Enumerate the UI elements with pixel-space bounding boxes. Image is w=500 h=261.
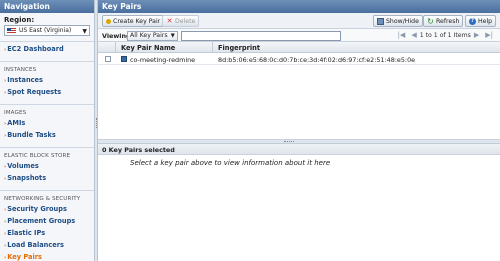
detail-splitter[interactable]	[98, 140, 500, 144]
nav-item-amis[interactable]: ›AMIs	[0, 118, 94, 130]
nav-item-bundle-tasks[interactable]: ›Bundle Tasks	[0, 130, 94, 142]
nav-item-volumes[interactable]: ›Volumes	[0, 161, 94, 173]
nav-group-ebs: ELASTIC BLOCK STORE	[4, 153, 71, 159]
nav-item-key-pairs[interactable]: ›Key Pairs	[0, 252, 94, 261]
column-divider	[115, 42, 116, 53]
columns-icon	[377, 17, 384, 25]
nav-item-label: EC2 Dashboard	[7, 45, 64, 53]
help-button[interactable]: ? Help	[465, 15, 497, 27]
page-title: Key Pairs	[98, 0, 500, 13]
previous-page-icon[interactable]: ◀	[411, 31, 416, 39]
nav-item-ec2-dashboard[interactable]: ›EC2 Dashboard	[0, 44, 94, 56]
nav-group-instances: INSTANCES	[4, 67, 37, 73]
row-checkbox[interactable]	[105, 56, 111, 62]
button-label: Refresh	[436, 17, 460, 25]
arrow-icon: ›	[4, 47, 7, 53]
refresh-icon: ↻	[427, 16, 434, 26]
toolbar: Create Key Pair ✕ Delete Show/Hide ↻ Ref…	[98, 13, 500, 29]
pager: |◀ ◀ 1 to 1 of 1 Items ▶ ▶|	[395, 31, 496, 39]
arrow-icon: ›	[4, 78, 7, 84]
key-pair-fingerprint: 8d:b5:06:e5:68:0c:d0:7b:ce:3d:4f:02:d6:9…	[218, 55, 416, 64]
nav-item-label: Elastic IPs	[7, 229, 46, 237]
us-flag-icon	[7, 27, 16, 34]
nav-item-label: Snapshots	[7, 174, 47, 182]
arrow-icon: ›	[4, 176, 7, 182]
nav-item-spot-requests[interactable]: ›Spot Requests	[0, 87, 94, 99]
chevron-down-icon: ▼	[82, 28, 87, 35]
button-label: Delete	[175, 17, 196, 25]
nav-item-label: Security Groups	[7, 205, 67, 213]
first-page-icon[interactable]: |◀	[398, 31, 406, 39]
navigation-panel: Navigation Region: US East (Virginia) ▼ …	[0, 0, 95, 261]
nav-item-elastic-ips[interactable]: ›Elastic IPs	[0, 228, 94, 240]
last-page-icon[interactable]: ▶|	[485, 31, 493, 39]
create-key-pair-button[interactable]: Create Key Pair	[102, 15, 165, 27]
key-icon	[106, 18, 111, 24]
nav-group-networking: NETWORKING & SECURITY	[4, 196, 81, 202]
arrow-icon: ›	[4, 255, 7, 261]
show-hide-button[interactable]: Show/Hide	[373, 15, 423, 27]
refresh-button[interactable]: ↻ Refresh	[423, 15, 464, 27]
main-panel: Key Pairs Create Key Pair ✕ Delete Show/…	[98, 0, 500, 261]
key-pair-name: co-meeting-redmine	[130, 55, 196, 64]
arrow-icon: ›	[4, 133, 7, 139]
viewing-selected-value: All Key Pairs	[130, 32, 168, 39]
viewing-select[interactable]: All Key Pairs ▼	[127, 30, 178, 41]
key-pairs-grid: Key Pair Name Fingerprint co-meeting-red…	[98, 42, 500, 140]
delete-icon: ✕	[166, 16, 173, 25]
key-pair-icon	[121, 56, 127, 62]
nav-item-instances[interactable]: ›Instances	[0, 75, 94, 87]
column-header-name[interactable]: Key Pair Name	[121, 44, 175, 52]
navigation-header: Navigation	[0, 0, 94, 13]
nav-item-label: Spot Requests	[7, 88, 62, 96]
nav-item-label: Placement Groups	[7, 217, 76, 225]
filter-bar: Viewing: All Key Pairs ▼ |◀ ◀ 1 to 1 of …	[98, 29, 500, 42]
splitter-grip	[284, 141, 294, 143]
pager-text: 1 to 1 of 1 Items	[419, 31, 471, 39]
help-icon: ?	[469, 17, 476, 25]
nav-item-label: Bundle Tasks	[7, 131, 56, 139]
nav-divider	[0, 41, 94, 42]
column-divider	[212, 42, 213, 53]
nav-item-label: Load Balancers	[7, 241, 64, 249]
nav-item-load-balancers[interactable]: ›Load Balancers	[0, 240, 94, 252]
column-header-fingerprint[interactable]: Fingerprint	[218, 44, 260, 52]
filter-input[interactable]	[181, 30, 341, 41]
region-label: Region:	[4, 16, 35, 24]
nav-item-label: Volumes	[7, 162, 39, 170]
nav-item-placement-groups[interactable]: ›Placement Groups	[0, 216, 94, 228]
arrow-icon: ›	[4, 90, 7, 96]
detail-header: 0 Key Pairs selected	[98, 144, 500, 155]
next-page-icon[interactable]: ▶	[474, 31, 479, 39]
nav-group-images: IMAGES	[4, 110, 27, 116]
detail-message: Select a key pair above to view informat…	[130, 159, 331, 167]
grid-header: Key Pair Name Fingerprint	[98, 42, 500, 53]
arrow-icon: ›	[4, 121, 7, 127]
region-value: US East (Virginia)	[19, 27, 72, 34]
nav-item-label: Key Pairs	[7, 253, 42, 261]
arrow-icon: ›	[4, 243, 7, 249]
nav-item-label: Instances	[7, 76, 43, 84]
button-label: Create Key Pair	[113, 17, 161, 25]
delete-button[interactable]: ✕ Delete	[162, 15, 200, 27]
button-label: Show/Hide	[386, 17, 419, 25]
chevron-down-icon: ▼	[170, 32, 175, 39]
table-row[interactable]: co-meeting-redmine 8d:b5:06:e5:68:0c:d0:…	[98, 53, 500, 65]
button-label: Help	[478, 17, 493, 25]
arrow-icon: ›	[4, 207, 7, 213]
region-select[interactable]: US East (Virginia) ▼	[4, 25, 90, 36]
nav-item-label: AMIs	[7, 119, 26, 127]
arrow-icon: ›	[4, 164, 7, 170]
nav-item-security-groups[interactable]: ›Security Groups	[0, 204, 94, 216]
arrow-icon: ›	[4, 219, 7, 225]
arrow-icon: ›	[4, 231, 7, 237]
nav-item-snapshots[interactable]: ›Snapshots	[0, 173, 94, 185]
